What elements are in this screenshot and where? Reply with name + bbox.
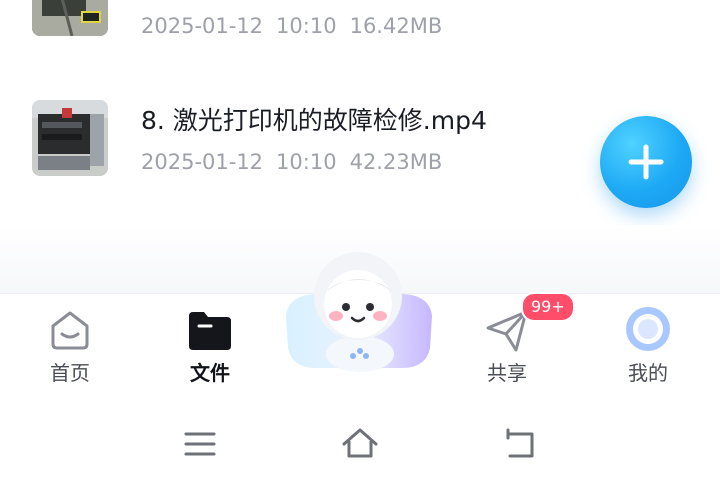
tab-profile-label: 我的 xyxy=(628,361,668,385)
video-thumbnail xyxy=(32,100,108,176)
file-meta: 2025-01-12 10:10 16.42MB xyxy=(141,12,455,40)
profile-icon xyxy=(626,307,670,351)
home-icon xyxy=(51,311,89,350)
menu-icon[interactable] xyxy=(180,424,220,464)
file-time: 10:10 xyxy=(276,150,337,174)
assistant-mascot-button[interactable] xyxy=(284,252,434,372)
system-nav-bar xyxy=(0,400,720,485)
tab-files-label: 文件 xyxy=(190,361,230,385)
add-button[interactable] xyxy=(600,116,692,208)
tab-profile[interactable]: 我的 xyxy=(598,294,698,394)
back-icon[interactable] xyxy=(500,424,540,464)
tab-files[interactable]: 文件 xyxy=(160,294,260,394)
video-thumbnail xyxy=(32,0,108,36)
tab-home[interactable]: 首页 xyxy=(20,294,120,394)
mascot-icon xyxy=(286,252,432,372)
file-size: 42.23MB xyxy=(349,150,443,174)
file-date: 2025-01-12 xyxy=(141,14,264,38)
plus-icon xyxy=(628,144,664,180)
printer-thumbnail-image xyxy=(32,100,108,176)
notification-badge: 99+ xyxy=(521,292,575,322)
printer-thumbnail-image xyxy=(32,0,108,36)
file-size: 16.42MB xyxy=(349,14,443,38)
file-name: 8. 激光打印机的故障检修.mp4 xyxy=(141,106,487,135)
tab-home-label: 首页 xyxy=(50,361,90,385)
file-meta: 2025-01-12 10:10 42.23MB xyxy=(141,148,455,176)
file-time: 10:10 xyxy=(276,14,337,38)
file-date: 2025-01-12 xyxy=(141,150,264,174)
folder-icon xyxy=(189,312,231,350)
home-nav-icon[interactable] xyxy=(340,424,380,464)
file-row[interactable]: 2025-01-12 10:10 16.42MB xyxy=(0,0,720,70)
tab-share-label: 共享 xyxy=(487,361,527,385)
